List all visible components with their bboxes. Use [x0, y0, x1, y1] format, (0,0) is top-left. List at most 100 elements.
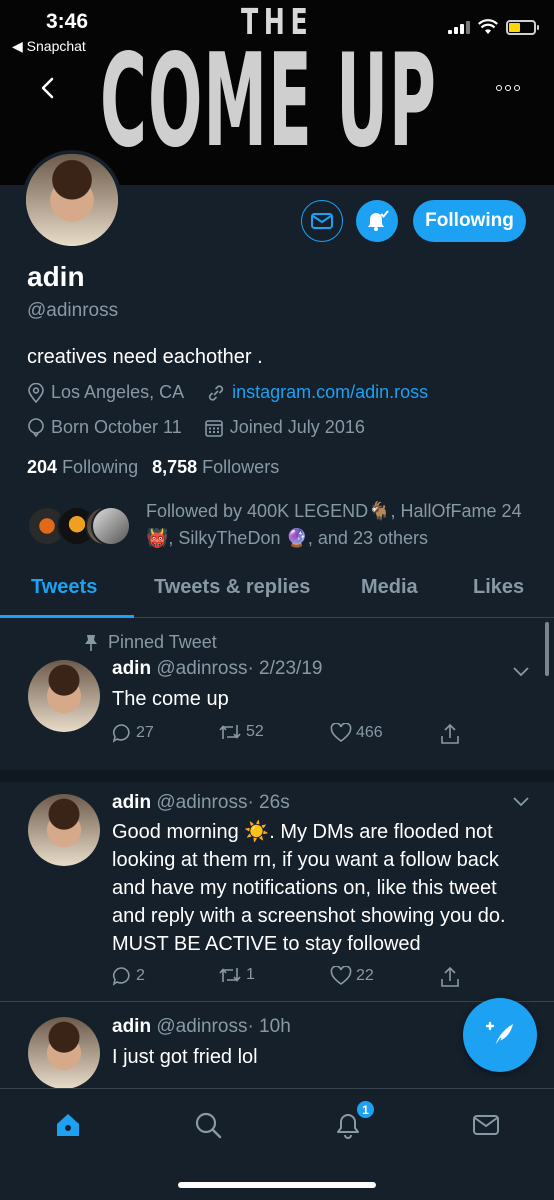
tweet-avatar[interactable]	[28, 1017, 100, 1088]
home-icon	[57, 1114, 79, 1136]
calendar-icon	[204, 419, 223, 437]
retweet-icon	[219, 968, 241, 982]
home-indicator[interactable]	[178, 1182, 376, 1188]
like-count: 22	[356, 967, 374, 984]
tweet-author-handle: @adinross	[156, 792, 248, 813]
message-button[interactable]	[301, 200, 343, 242]
followers-count-link[interactable]: 8,758 Followers	[152, 457, 279, 478]
follower-avatar	[91, 506, 131, 546]
back-to-app-link[interactable]: ◀ Snapchat	[12, 38, 86, 55]
back-button[interactable]	[32, 68, 62, 108]
share-icon	[441, 723, 459, 744]
reply-count: 2	[136, 967, 145, 984]
profile-bio: creatives need eachother .	[27, 346, 263, 368]
tweet-timestamp: · 26s	[247, 792, 290, 813]
tweet-avatar[interactable]	[28, 660, 100, 732]
more-options-button[interactable]	[488, 74, 528, 102]
envelope-icon	[473, 1115, 499, 1135]
share-button[interactable]	[440, 966, 460, 988]
sun-emoji: ☀️	[244, 821, 270, 843]
followed-by-text: Followed by 400K LEGEND🐐, HallOfFame 24 …	[146, 498, 531, 552]
follow-counts: 204 Following 8,758 Followers	[27, 457, 279, 478]
tab-likes[interactable]: Likes	[473, 576, 524, 599]
reply-icon	[112, 967, 130, 986]
tweet-card[interactable]: adin @adinross· 2/23/19 The come up 27 5…	[0, 620, 554, 770]
share-button[interactable]	[440, 723, 460, 745]
share-icon	[441, 966, 459, 987]
tweet-text: I just got fried lol	[112, 1046, 258, 1068]
compose-feather-icon	[485, 1021, 513, 1049]
ogre-emoji: 👹	[146, 528, 169, 548]
followed-by-suffix: , and 23 others	[307, 528, 428, 548]
battery-icon	[506, 19, 539, 35]
profile-tabs: Tweets Tweets & replies Media Likes	[0, 566, 554, 618]
retweet-count: 52	[246, 723, 264, 740]
signal-icon	[448, 20, 470, 34]
profile-location: Los Angeles, CA	[51, 382, 185, 402]
tweet-header: adin @adinross· 10h	[112, 1016, 291, 1038]
profile-meta-row-1: Los Angeles, CA instagram.com/adin.ross	[27, 382, 428, 403]
retweet-button[interactable]: 1	[218, 966, 255, 984]
tweet-card[interactable]: adin @adinross· 26s Good morning ☀️. My …	[0, 782, 554, 1002]
like-button[interactable]: 22	[330, 966, 374, 986]
tweet-actions: 27 52 466	[112, 723, 472, 749]
tweet-author-name[interactable]: adin	[112, 1016, 151, 1037]
reply-button[interactable]: 27	[112, 723, 154, 743]
envelope-icon	[311, 213, 333, 229]
tweet-author-name[interactable]: adin	[112, 792, 151, 813]
profile-website-link[interactable]: instagram.com/adin.ross	[232, 382, 428, 403]
more-dot-icon	[514, 85, 520, 91]
chevron-down-icon[interactable]	[512, 666, 530, 678]
nav-messages-button[interactable]	[468, 1107, 504, 1143]
followed-by-name-2: , HallOfFame 24	[390, 501, 522, 521]
followed-by-avatars	[27, 506, 131, 546]
tweet-text: Good morning ☀️. My DMs are flooded not …	[112, 818, 512, 958]
tweet-author-handle: @adinross	[156, 658, 248, 679]
tab-media[interactable]: Media	[361, 576, 418, 599]
profile-name: adin	[27, 261, 85, 292]
banner-text-come-up: COME UP	[100, 27, 437, 176]
compose-tweet-button[interactable]	[463, 998, 537, 1072]
bell-check-icon	[368, 210, 389, 231]
profile-avatar[interactable]	[22, 150, 122, 250]
tweet-header: adin @adinross· 26s	[112, 792, 290, 814]
nav-home-button[interactable]	[50, 1107, 86, 1143]
goat-emoji: 🐐	[368, 501, 391, 521]
retweet-button[interactable]: 52	[218, 723, 264, 741]
retweet-icon	[219, 725, 241, 739]
tweet-divider	[0, 770, 554, 782]
profile-joined-date: Joined July 2016	[229, 417, 365, 437]
nav-search-button[interactable]	[190, 1107, 226, 1143]
chevron-left-icon	[41, 77, 54, 99]
tab-tweets-and-replies[interactable]: Tweets & replies	[154, 576, 310, 599]
heart-icon	[330, 966, 352, 985]
notifications-on-button[interactable]	[356, 200, 398, 242]
followed-by-prefix: Followed by 400K LEGEND	[146, 501, 369, 521]
profile-meta-row-2: Born October 11 Joined July 2016	[27, 417, 365, 438]
tweet-avatar[interactable]	[28, 794, 100, 866]
tweet-actions: 2 1 22	[112, 966, 472, 992]
following-label: Following	[62, 457, 139, 477]
heart-icon	[330, 723, 352, 742]
link-icon	[209, 384, 224, 401]
followed-by-section[interactable]: Followed by 400K LEGEND🐐, HallOfFame 24 …	[27, 498, 537, 553]
followers-label: Followers	[202, 457, 280, 477]
reply-count: 27	[136, 724, 154, 741]
followed-by-name-3: , SilkyTheDon	[168, 528, 281, 548]
like-button[interactable]: 466	[330, 723, 383, 743]
more-dot-icon	[496, 85, 502, 91]
tweet-header: adin @adinross· 2/23/19	[112, 658, 322, 680]
following-count-link[interactable]: 204 Following	[27, 457, 138, 478]
tab-tweets[interactable]: Tweets	[31, 576, 97, 599]
more-dot-icon	[505, 85, 511, 91]
reply-button[interactable]: 2	[112, 966, 145, 986]
location-pin-icon	[28, 382, 44, 403]
tweet-author-name[interactable]: adin	[112, 658, 151, 679]
tweet-author-handle: @adinross	[156, 1016, 248, 1037]
following-count: 204	[27, 457, 58, 477]
notification-badge: 1	[355, 1099, 376, 1120]
chevron-down-icon[interactable]	[512, 796, 530, 808]
status-time: 3:46	[46, 10, 89, 33]
retweet-count: 1	[246, 966, 255, 983]
following-button[interactable]: Following	[413, 200, 526, 242]
